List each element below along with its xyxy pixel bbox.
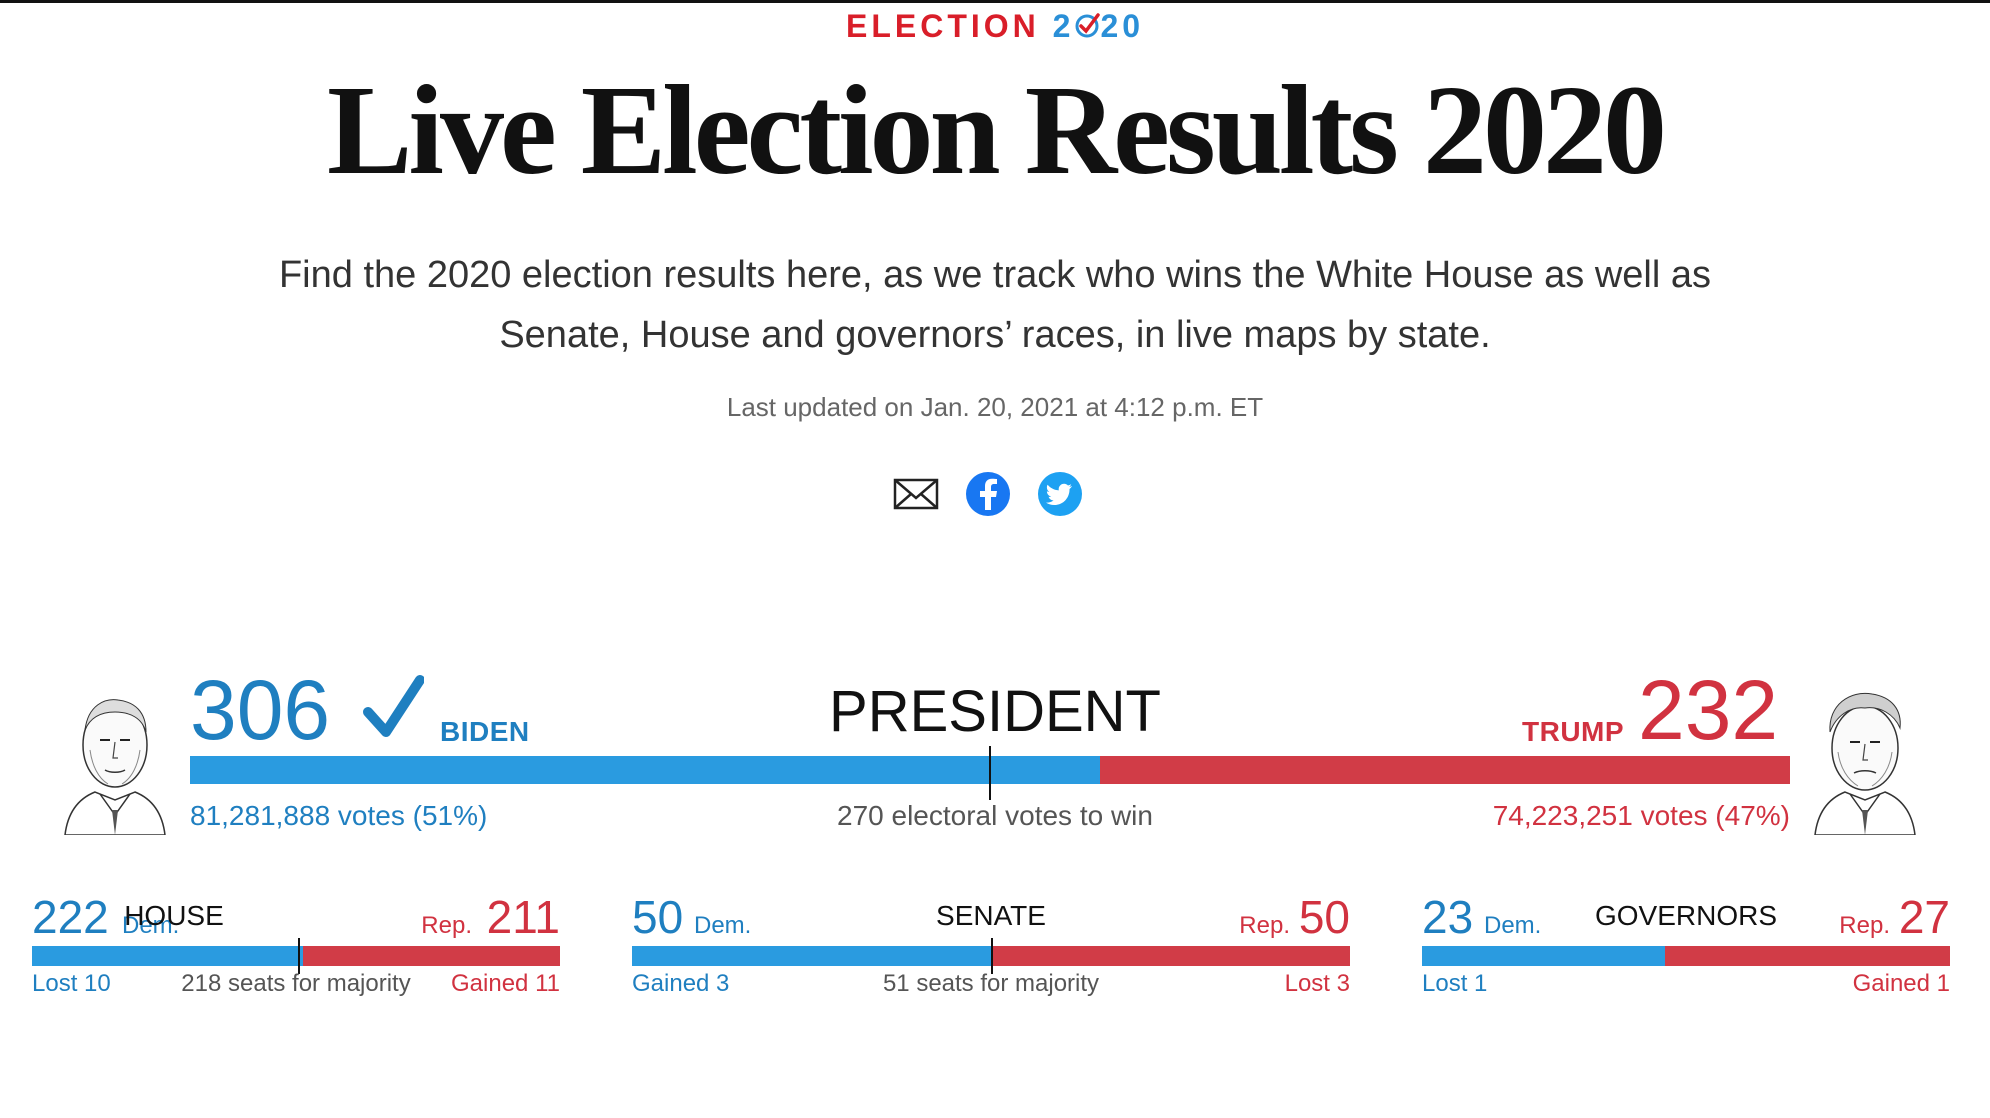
- house-rep-seats: 211: [486, 891, 560, 943]
- house-rep-bar: [303, 946, 560, 966]
- twitter-icon: [1038, 472, 1082, 516]
- governors-dem-bar: [1422, 946, 1665, 966]
- facebook-share-button[interactable]: [964, 470, 1012, 518]
- governors-rep-label: Rep.: [1839, 912, 1890, 939]
- house-dem-bar: [32, 946, 303, 966]
- majority-marker: [989, 746, 991, 800]
- page-title: Live Election Results 2020: [327, 59, 1667, 201]
- trump-electoral-votes: 232: [1638, 663, 1779, 757]
- senate-rep-change: Lost 3: [1284, 970, 1350, 997]
- governors-dem-change: Lost 1: [1422, 970, 1488, 997]
- kicker-year: 2 20: [1052, 8, 1145, 44]
- senate-seat-bar: [632, 938, 1350, 974]
- senate-rep-seats: 50: [1298, 891, 1350, 943]
- senate-majority-label: 51 seats for majority: [882, 970, 1100, 997]
- governors-summary[interactable]: 23 Dem. GOVERNORS Rep. 27 Lost 1 Gained …: [1422, 890, 1950, 1010]
- kicker-word: ELECTION: [845, 8, 1040, 44]
- senate-majority-marker: [991, 938, 993, 974]
- house-title: HOUSE: [124, 900, 224, 931]
- house-rep-change: Gained 11: [451, 970, 560, 997]
- email-share-button[interactable]: [892, 470, 940, 518]
- page-dek: Find the 2020 election results here, as …: [278, 254, 1712, 356]
- senate-summary[interactable]: 50 Dem. SENATE Rep. 50 Gained 3 51 seats…: [632, 890, 1350, 1010]
- house-seat-bar: [32, 938, 560, 974]
- senate-rep-label: Rep.: [1239, 912, 1290, 939]
- house-majority-marker: [298, 938, 300, 974]
- governors-rep-seats: 27: [1898, 891, 1950, 943]
- election-2020-logo[interactable]: ELECTION 2 20: [0, 8, 1990, 45]
- facebook-icon: [966, 472, 1010, 516]
- house-summary[interactable]: 222 Dem. HOUSE Rep. 211 Lost 10 218 seat…: [32, 890, 560, 1010]
- governors-seat-bar: [1422, 946, 1950, 966]
- governors-rep-bar: [1665, 946, 1950, 966]
- house-rep-label: Rep.: [421, 912, 472, 939]
- twitter-share-button[interactable]: [1036, 470, 1084, 518]
- share-bar: [892, 470, 1104, 520]
- governors-rep-change: Gained 1: [1852, 970, 1950, 997]
- top-rule: [0, 0, 1990, 3]
- trump-popular-votes: 74,223,251 votes (47%): [1492, 800, 1790, 831]
- president-results-bar[interactable]: [190, 746, 1790, 800]
- dem-electoral-bar: [190, 756, 1100, 784]
- senate-rep-bar: [991, 946, 1350, 966]
- ballot-check-icon: [1075, 13, 1101, 38]
- mail-icon: [893, 478, 939, 510]
- trump-name: TRUMP: [1522, 716, 1625, 747]
- senate-dem-bar: [632, 946, 991, 966]
- last-updated: Last updated on Jan. 20, 2021 at 4:12 p.…: [726, 392, 1264, 422]
- rep-electoral-bar: [1100, 756, 1790, 784]
